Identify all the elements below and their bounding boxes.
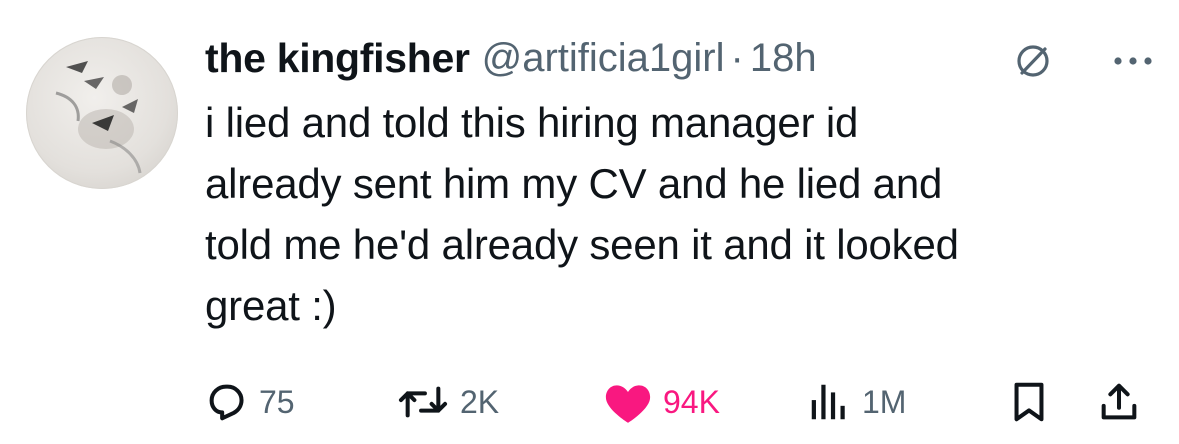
like-count: 94K	[663, 383, 720, 420]
avatar-image	[55, 61, 142, 174]
view-count: 1M	[862, 383, 907, 420]
share-button[interactable]	[1096, 372, 1142, 432]
user-handle[interactable]: @artificia1girl	[482, 36, 725, 81]
more-icon[interactable]	[1110, 48, 1156, 74]
bookmark-icon	[1014, 382, 1044, 422]
share-icon	[1101, 383, 1137, 420]
bookmark-button[interactable]	[1006, 372, 1052, 432]
repost-count: 2K	[460, 383, 500, 420]
action-bar: 75 2K 94K 1M	[0, 372, 1179, 432]
reply-button[interactable]: 75	[203, 372, 295, 432]
like-button[interactable]: 94K	[603, 372, 720, 432]
timestamp[interactable]: 18h	[750, 36, 817, 81]
tweet-header: the kingfisher @artificia1girl · 18h	[205, 28, 817, 88]
reply-count: 75	[259, 383, 295, 420]
reply-icon	[209, 384, 244, 421]
display-name[interactable]: the kingfisher	[205, 35, 470, 82]
tweet-text: i lied and told this hiring manager id a…	[205, 99, 959, 329]
heart-icon	[605, 385, 651, 423]
views-button[interactable]: 1M	[806, 372, 906, 432]
views-icon	[811, 384, 845, 420]
repost-icon	[398, 386, 448, 418]
tweet: the kingfisher @artificia1girl · 18h i l…	[0, 0, 1179, 444]
verified-icon	[1017, 45, 1049, 77]
avatar[interactable]	[26, 37, 178, 189]
separator-dot: ·	[730, 35, 744, 80]
repost-button[interactable]: 2K	[396, 372, 499, 432]
